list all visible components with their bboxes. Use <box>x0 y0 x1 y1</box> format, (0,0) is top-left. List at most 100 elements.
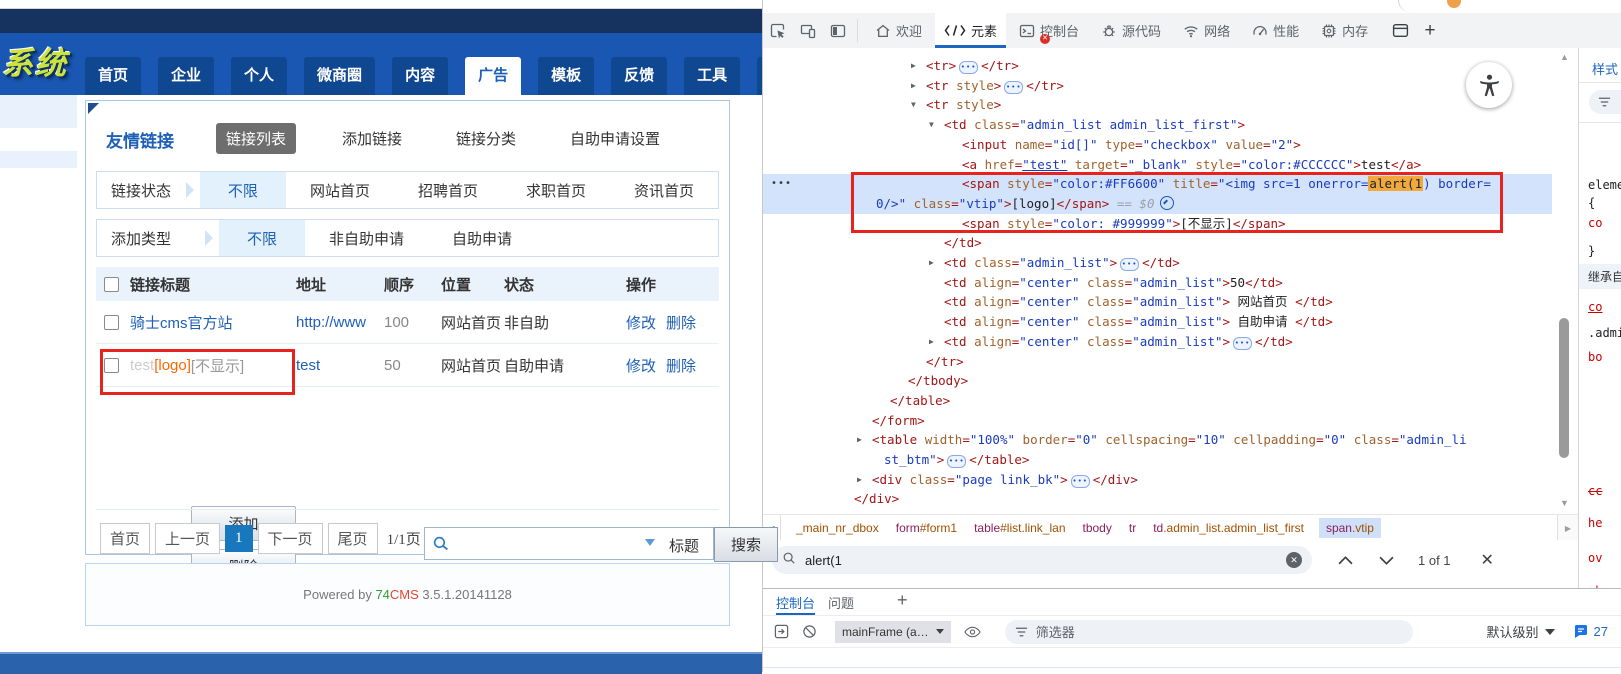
breadcrumb-item-table[interactable]: table#list.link_lan <box>972 518 1067 538</box>
expand-arrow-icon[interactable]: ▶ <box>857 470 862 490</box>
module-tab-链接列表[interactable]: 链接列表 <box>216 123 296 154</box>
drawer-tab-控制台[interactable]: 控制台 <box>776 589 815 615</box>
devtools-tab-网络[interactable]: 网络 <box>1174 13 1239 48</box>
clear-icon[interactable]: ✕ <box>1286 552 1302 568</box>
filter-option-不限[interactable]: 不限 <box>219 220 305 256</box>
scrollbar-up-arrow[interactable]: ▲ <box>1560 52 1569 62</box>
accessibility-icon[interactable] <box>1466 62 1512 108</box>
dom-tree-line[interactable]: </table> <box>763 391 1552 411</box>
dock-layout-icon[interactable] <box>1385 13 1415 48</box>
breadcrumb-item-span[interactable]: span.vtip <box>1319 518 1381 538</box>
nav-tab-广告[interactable]: 广告 <box>465 57 521 95</box>
expand-children-icon[interactable]: ••• <box>1071 475 1090 488</box>
filter-option-招聘首页[interactable]: 招聘首页 <box>394 172 502 208</box>
find-input[interactable]: alert(1 ✕ <box>772 546 1312 574</box>
page-button-下一页[interactable]: 下一页 <box>258 523 323 554</box>
page-button-首页[interactable]: 首页 <box>100 523 150 554</box>
expand-arrow-icon[interactable]: ▶ <box>911 56 916 76</box>
breadcrumb-item-form[interactable]: form#form1 <box>894 518 959 538</box>
dom-tree-line[interactable]: <a href="test" target="_blank" style="co… <box>763 155 1552 175</box>
search-field-select[interactable]: 标题 <box>669 535 699 556</box>
nav-tab-企业[interactable]: 企业 <box>158 57 214 95</box>
link-url[interactable]: test <box>296 344 320 386</box>
nav-tab-模板[interactable]: 模板 <box>538 57 594 95</box>
more-tabs-button[interactable]: + <box>1415 13 1445 48</box>
page-button-上一页[interactable]: 上一页 <box>155 523 220 554</box>
styles-filter-input[interactable] <box>1589 90 1621 114</box>
row-checkbox[interactable] <box>104 344 119 386</box>
feedback-chat-icon[interactable]: 27 <box>1573 624 1608 640</box>
dom-tree-line[interactable]: <input name="id[]" type="checkbox" value… <box>763 135 1552 155</box>
filter-option-非自助申请[interactable]: 非自助申请 <box>305 220 428 256</box>
expand-children-icon[interactable]: ••• <box>1233 337 1252 350</box>
select-all-checkbox[interactable] <box>104 267 119 301</box>
action-删除[interactable]: 删除 <box>666 355 696 376</box>
filter-option-网站首页[interactable]: 网站首页 <box>286 172 394 208</box>
dom-tree-line[interactable]: 0/>" class="vtip">[logo]</span> == $0 <box>763 194 1552 214</box>
expand-arrow-icon[interactable]: ▶ <box>929 332 934 352</box>
checkbox[interactable] <box>104 277 119 292</box>
action-删除[interactable]: 删除 <box>666 312 696 333</box>
device-emulation-icon[interactable] <box>793 13 823 48</box>
link-url[interactable]: http://www <box>296 301 366 343</box>
search-button[interactable]: 搜索 <box>714 527 778 562</box>
expand-children-icon[interactable]: ••• <box>959 61 978 74</box>
link-title[interactable]: 骑士cms官方站 <box>130 301 233 343</box>
line-options-icon[interactable]: ••• <box>771 174 792 194</box>
action-修改[interactable]: 修改 <box>626 312 656 333</box>
execution-context-select[interactable]: mainFrame (a… <box>835 621 951 643</box>
devtools-tab-控制台[interactable]: 控制台✕ <box>1010 13 1088 48</box>
dom-tree-line[interactable]: </form> <box>763 411 1552 431</box>
scrollbar-down-arrow[interactable]: ▼ <box>1560 498 1569 508</box>
devtools-tab-源代码[interactable]: 源代码 <box>1092 13 1170 48</box>
breadcrumb-item-td[interactable]: td.admin_list.admin_list_first <box>1151 518 1306 538</box>
dom-tree-line[interactable]: <td align="center" class="admin_list"> 自… <box>763 312 1552 332</box>
cms-sidebar-item[interactable] <box>0 95 77 128</box>
collapse-arrow-icon[interactable]: ▼ <box>911 95 916 115</box>
collapse-arrow-icon[interactable]: ▼ <box>929 115 934 135</box>
filter-option-自助申请[interactable]: 自助申请 <box>428 220 536 256</box>
clear-console-icon[interactable] <box>795 624 823 639</box>
dom-tree-line[interactable]: ▶<td class="admin_list">•••</td> <box>763 253 1552 273</box>
module-tab-链接分类[interactable]: 链接分类 <box>448 124 524 153</box>
module-tab-添加链接[interactable]: 添加链接 <box>334 124 410 153</box>
breadcrumb-item-tr[interactable]: tr <box>1127 518 1138 538</box>
dom-tree-line[interactable]: ▶<tr style>•••</tr> <box>763 76 1552 96</box>
expand-arrow-icon[interactable]: ▶ <box>857 430 862 450</box>
dom-tree-line[interactable]: st_btm">•••</table> <box>763 450 1552 470</box>
dom-tree-line[interactable]: <span style="color: #999999">[不显示]</span… <box>763 214 1552 234</box>
drawer-tab-问题[interactable]: 问题 <box>828 589 854 615</box>
chevron-down-icon[interactable] <box>645 539 655 546</box>
nav-tab-反馈[interactable]: 反馈 <box>611 57 667 95</box>
expand-children-icon[interactable]: ••• <box>1004 81 1023 94</box>
expand-arrow-icon[interactable]: ▶ <box>929 253 934 273</box>
expand-arrow-icon[interactable]: ▶ <box>911 76 916 96</box>
action-修改[interactable]: 修改 <box>626 355 656 376</box>
dom-tree-line[interactable]: ▶<tr>•••</tr> <box>763 56 1552 76</box>
dom-tree-line[interactable]: •••<span style="color:#FF6600" title="<i… <box>763 174 1552 194</box>
devtools-tab-性能[interactable]: 性能 <box>1243 13 1308 48</box>
dom-tree-line[interactable]: </tbody> <box>763 371 1552 391</box>
breadcrumb-scroll-right[interactable]: ▶ <box>1557 515 1578 541</box>
breadcrumb-item-_main_nr_dbox[interactable]: _main_nr_dbox <box>794 518 881 538</box>
nav-tab-工具[interactable]: 工具 <box>684 57 740 95</box>
dom-tree-line[interactable]: <td align="center" class="admin_list">50… <box>763 273 1552 293</box>
scrollbar-thumb[interactable] <box>1559 318 1569 458</box>
find-previous-button[interactable] <box>1338 556 1353 565</box>
dom-tree-line[interactable]: </tr> <box>763 352 1552 372</box>
expand-children-icon[interactable]: ••• <box>1120 258 1139 271</box>
devtools-tab-元素[interactable]: 元素 <box>935 13 1006 48</box>
reveal-node-icon[interactable] <box>1160 196 1174 210</box>
row-checkbox[interactable] <box>104 301 119 343</box>
console-context-icon[interactable] <box>767 624 795 639</box>
dom-tree-line[interactable]: ▶<table width="100%" border="0" cellspac… <box>763 430 1552 450</box>
extension-icon[interactable] <box>1447 0 1461 8</box>
devtools-tab-内存[interactable]: 内存 <box>1312 13 1377 48</box>
devtools-tab-欢迎[interactable]: 欢迎 <box>866 13 931 48</box>
close-icon[interactable]: ✕ <box>1481 550 1494 570</box>
tab-styles[interactable]: 样式 <box>1592 59 1618 78</box>
dom-tree-line[interactable]: <td align="center" class="admin_list"> 网… <box>763 292 1552 312</box>
breadcrumb-item-tbody[interactable]: tbody <box>1081 518 1114 538</box>
live-expression-eye-icon[interactable] <box>959 626 987 638</box>
dock-side-icon[interactable] <box>823 13 853 48</box>
